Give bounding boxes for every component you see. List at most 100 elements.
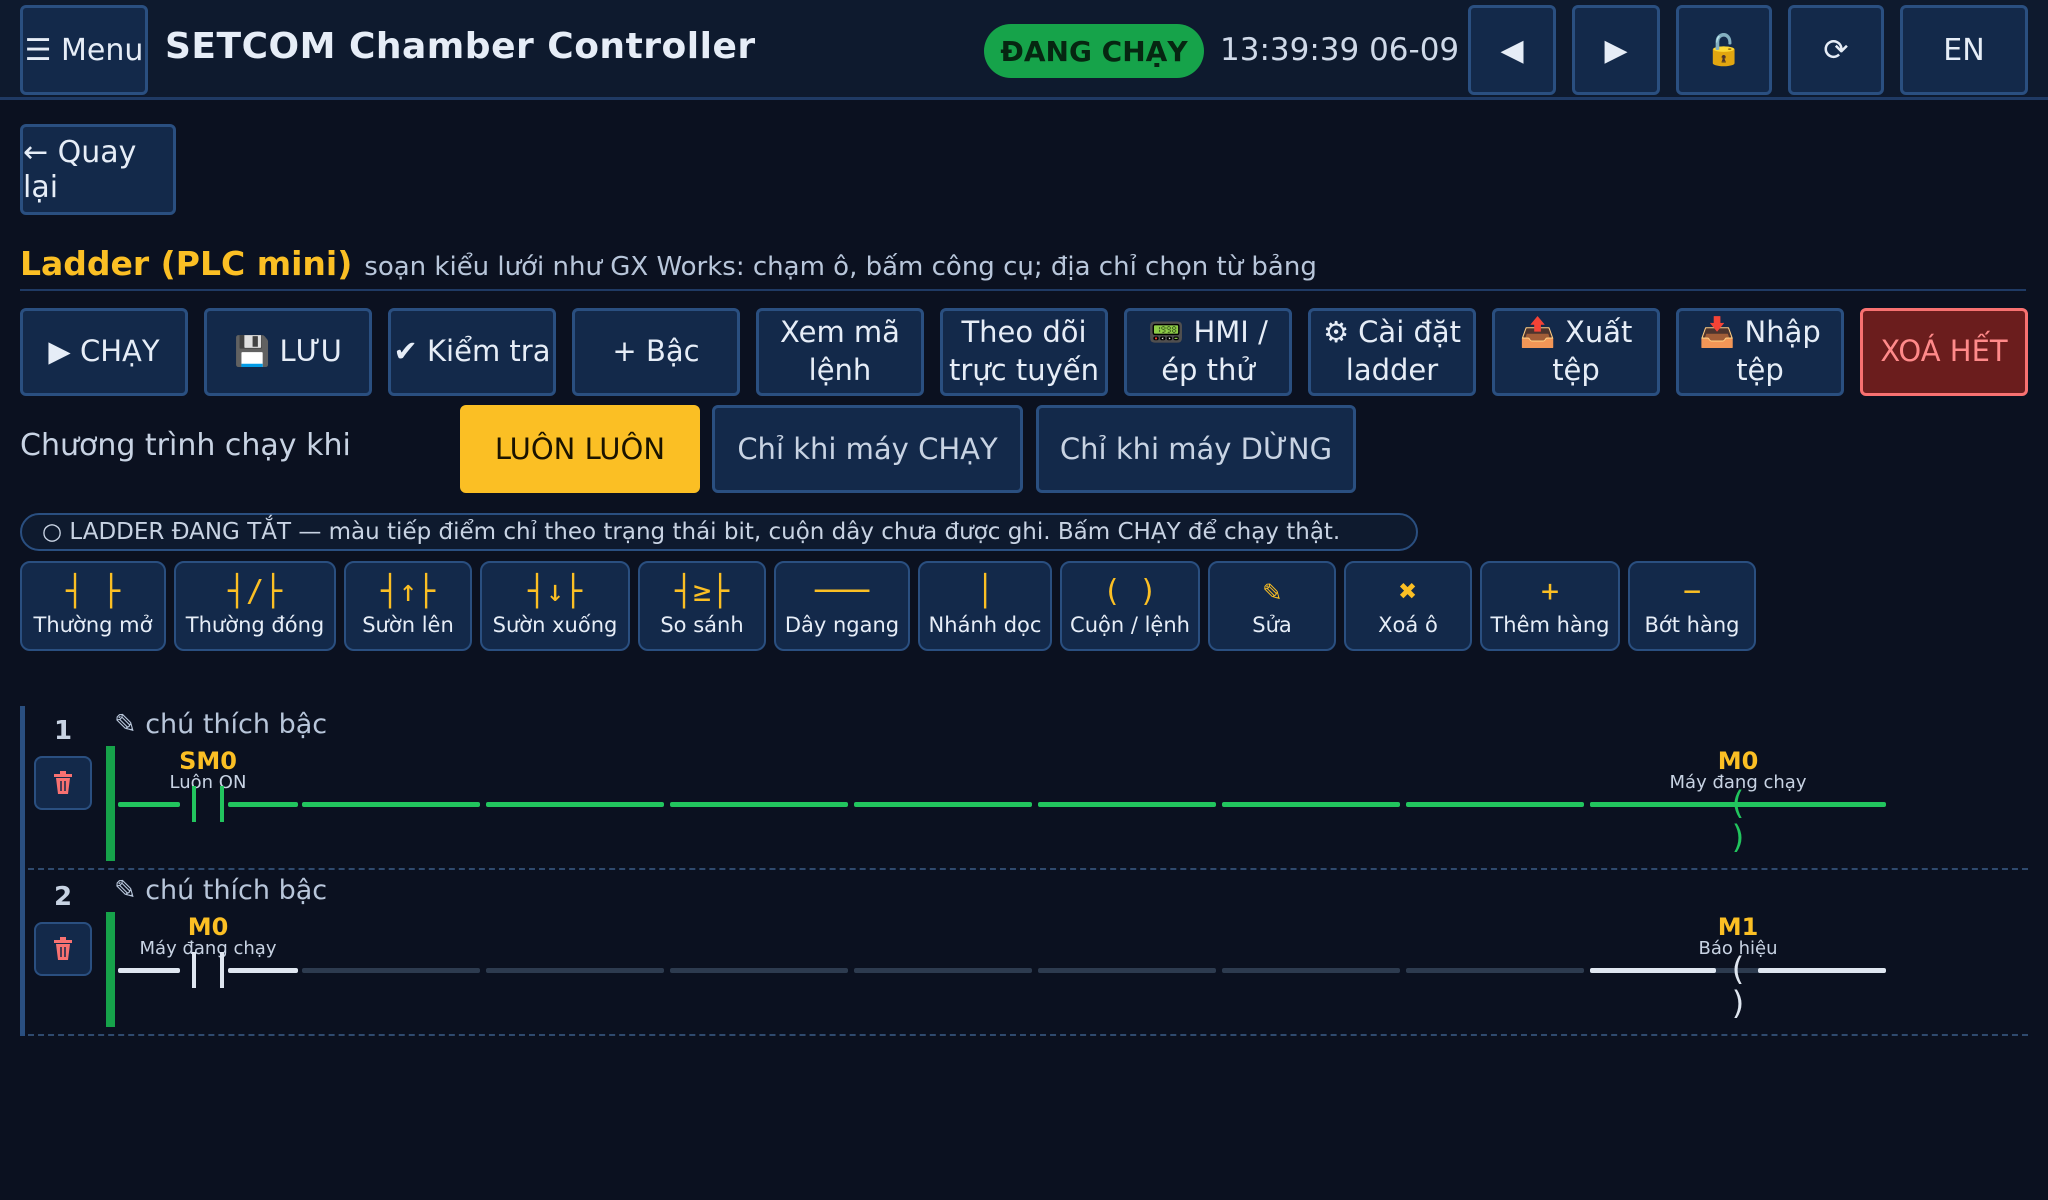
add-rung-button[interactable]: + Bậc [572,308,740,396]
wire-segment[interactable] [670,802,848,807]
edit-icon: ✎ [1262,574,1282,609]
wire-segment[interactable] [854,968,1032,973]
falling-edge-tool[interactable]: ┤↓├ Sườn xuống [480,561,630,651]
output-coil[interactable]: ( ) [1721,952,1755,1020]
mode-when-running-button[interactable]: Chỉ khi máy CHẠY [712,405,1023,493]
menu-button[interactable]: ☰ Menu [20,5,148,95]
normally-open-contact[interactable] [188,786,228,822]
language-button[interactable]: EN [1900,5,2028,95]
rung-separator [28,868,2028,870]
mode-always-button[interactable]: LUÔN LUÔN [460,405,700,493]
nav-next-button[interactable]: ▶ [1572,5,1660,95]
normally-closed-tool[interactable]: ┤/├ Thường đóng [174,561,336,651]
refresh-icon: ⟳ [1823,32,1849,68]
tool-label: Cuộn / lệnh [1070,613,1190,637]
clock: 13:39:39 06-09 [1220,32,1460,68]
tool-label: Nhánh dọc [928,613,1042,637]
ladder-settings-button[interactable]: ⚙ Cài đặt ladder [1308,308,1476,396]
rung-separator [28,1034,2028,1036]
wire-segment[interactable] [1222,968,1400,973]
remove-row-icon: − [1682,574,1702,609]
contact-address[interactable]: M0 [108,913,308,941]
tool-label: Sườn lên [362,613,454,637]
check-button[interactable]: ✔ Kiểm tra [388,308,556,396]
horizontal-wire-icon: ─── [814,574,870,609]
rising-edge-icon: ┤↑├ [380,574,436,609]
coil-address[interactable]: M0 [1638,747,1838,775]
run-mode-label: Chương trình chạy khi [20,428,351,463]
edit-tool[interactable]: ✎ Sửa [1208,561,1336,651]
normally-closed-icon: ┤/├ [227,574,283,609]
rung-comment[interactable]: ✎ chú thích bậc [114,709,327,740]
wire-segment[interactable] [1758,968,1886,973]
wire-segment[interactable] [854,802,1032,807]
import-button[interactable]: 📥 Nhập tệp [1676,308,1844,396]
horizontal-wire-tool[interactable]: ─── Dây ngang [774,561,910,651]
falling-edge-icon: ┤↓├ [527,574,583,609]
coil-icon: ( ) [1102,574,1158,609]
add-row-icon: + [1540,574,1560,609]
tool-label: Thêm hàng [1490,613,1610,637]
page-heading: Ladder (PLC mini) soạn kiểu lưới như GX … [20,244,1317,283]
chevron-right-icon: ▶ [1604,32,1628,68]
wire-segment[interactable] [1038,968,1216,973]
trash-icon [54,771,72,794]
ladder-left-border [20,706,25,1036]
compare-tool[interactable]: ┤≥├ So sánh [638,561,766,651]
monitor-button[interactable]: Theo dõi trực tuyến [940,308,1108,396]
export-button[interactable]: 📤 Xuất tệp [1492,308,1660,396]
compare-icon: ┤≥├ [674,574,730,609]
refresh-button[interactable]: ⟳ [1788,5,1884,95]
output-coil[interactable]: ( ) [1721,786,1755,854]
wire-segment[interactable] [302,968,480,973]
rising-edge-tool[interactable]: ┤↑├ Sườn lên [344,561,472,651]
save-button[interactable]: 💾 LƯU [204,308,372,396]
wire-segment[interactable] [118,802,180,807]
clear-all-button[interactable]: XOÁ HẾT [1860,308,2028,396]
wire-segment[interactable] [486,968,664,973]
view-code-button[interactable]: Xem mã lệnh [756,308,924,396]
normally-open-tool[interactable]: ┤ ├ Thường mở [20,561,166,651]
wire-segment[interactable] [1038,802,1216,807]
wire-segment[interactable] [302,802,480,807]
wire-segment[interactable] [1590,968,1716,973]
delete-cell-tool[interactable]: ✖ Xoá ô [1344,561,1472,651]
mode-when-stopped-button[interactable]: Chỉ khi máy DỪNG [1036,405,1356,493]
hmi-force-button[interactable]: 📟 HMI / ép thử [1124,308,1292,396]
rung-number: 2 [54,882,73,912]
contact-address[interactable]: SM0 [108,747,308,775]
chevron-left-icon: ◀ [1500,32,1524,68]
tool-label: Dây ngang [784,613,900,637]
normally-open-contact[interactable] [188,952,228,988]
run-button[interactable]: ▶ CHẠY [20,308,188,396]
wire-segment[interactable] [486,802,664,807]
lock-button[interactable]: 🔓 [1676,5,1772,95]
nav-prev-button[interactable]: ◀ [1468,5,1556,95]
back-button[interactable]: ← Quay lại [20,124,176,215]
tool-label: Xoá ô [1378,613,1438,637]
wire-segment[interactable] [1222,802,1400,807]
wire-segment[interactable] [228,968,298,973]
page-title: Ladder (PLC mini) [20,244,353,283]
tool-label: Sửa [1252,613,1292,637]
wire-segment[interactable] [670,968,848,973]
rung-comment[interactable]: ✎ chú thích bậc [114,875,327,906]
wire-segment[interactable] [1406,968,1584,973]
wire-segment[interactable] [228,802,298,807]
tool-label: So sánh [660,613,744,637]
wire-segment[interactable] [1406,802,1584,807]
wire-segment[interactable] [1758,802,1886,807]
delete-cell-icon: ✖ [1398,574,1418,609]
remove-row-tool[interactable]: − Bớt hàng [1628,561,1756,651]
normally-open-icon: ┤ ├ [65,574,121,609]
vertical-branch-tool[interactable]: │ Nhánh dọc [918,561,1052,651]
tool-label: Thường mở [33,613,153,637]
wire-segment[interactable] [1590,802,1716,807]
tool-label: Sườn xuống [492,613,618,637]
unlock-icon: 🔓 [1705,32,1743,68]
coil-tool[interactable]: ( ) Cuộn / lệnh [1060,561,1200,651]
wire-segment[interactable] [118,968,180,973]
tool-label: Thường đóng [185,613,325,637]
coil-address[interactable]: M1 [1638,913,1838,941]
add-row-tool[interactable]: + Thêm hàng [1480,561,1620,651]
